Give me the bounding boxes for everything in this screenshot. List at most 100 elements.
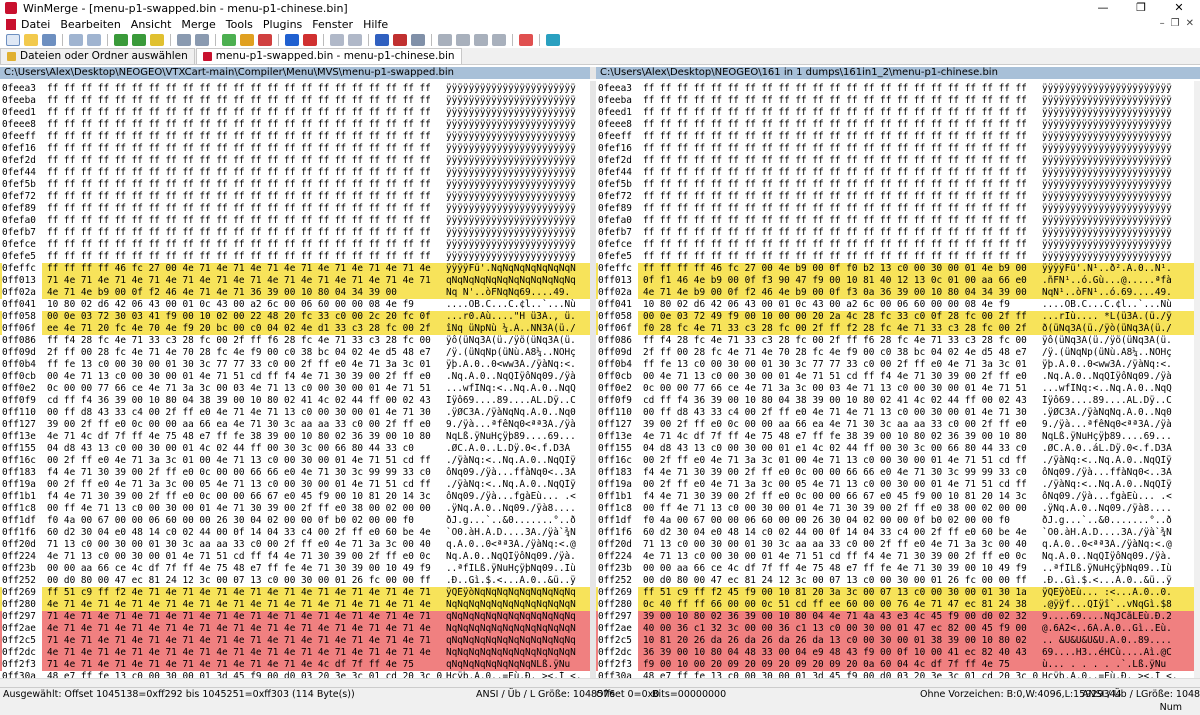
hex-row[interactable]: 0ff1b1 f4 4e 71 30 39 00 2f ff e0 0c 00 0… — [596, 491, 1194, 503]
copy-all-icon[interactable] — [258, 34, 272, 46]
hex-bytes[interactable]: 00 0e 03 72 49 f9 00 10 00 00 20 2a 4c 2… — [643, 311, 1038, 323]
hex-row[interactable]: 0ff1df f0 4a 00 67 00 00 06 60 00 00 26 3… — [0, 515, 590, 527]
hex-bytes[interactable]: ff ff ff ff ff ff ff ff ff ff ff ff ff f… — [643, 155, 1038, 167]
new-icon[interactable] — [6, 34, 20, 46]
hex-bytes[interactable]: ff ff ff ff ff ff ff ff ff ff ff ff ff f… — [47, 251, 442, 263]
ascii-text[interactable]: ÿÿÿÿÿÿÿÿÿÿÿÿÿÿÿÿÿÿÿÿÿÿÿ — [446, 227, 586, 239]
hex-bytes[interactable]: ff ff ff ff ff ff ff ff ff ff ff ff ff f… — [643, 107, 1038, 119]
ascii-text[interactable]: `Ò0.àH.À.D....3Ä./ÿà`¾N — [1042, 527, 1182, 539]
hex-row[interactable]: 0fefb7 ff ff ff ff ff ff ff ff ff ff ff f… — [596, 227, 1194, 239]
hex-bytes[interactable]: ff ff ff ff ff ff ff ff ff ff ff ff ff f… — [643, 191, 1038, 203]
ascii-text[interactable]: NqLß.ÿNuHçÿþ89....69... — [446, 431, 586, 443]
hex-bytes[interactable]: ff ff ff ff ff ff ff ff ff ff ff ff ff f… — [643, 131, 1038, 143]
hex-row[interactable]: 0ff20d 71 13 c0 00 30 00 01 30 3c aa aa 3… — [0, 539, 590, 551]
ascii-text[interactable]: ÿÿÿÿÿÿÿÿÿÿÿÿÿÿÿÿÿÿÿÿÿÿÿ — [446, 215, 586, 227]
ascii-text[interactable]: .. &Ú&Ú&Ú&Ú.À.0..89.... — [1042, 635, 1182, 647]
hex-bytes[interactable]: 2f ff 00 28 fc 4e 71 4e 70 28 fc 4e f9 0… — [643, 347, 1038, 359]
hex-row[interactable]: 0ff224 4e 71 13 c0 00 30 00 01 4e 71 51 c… — [596, 551, 1194, 563]
hex-bytes[interactable]: f0 28 fc 4e 71 33 c3 28 fc 00 2f ff f2 2… — [643, 323, 1038, 335]
hex-bytes[interactable]: ff ff ff ff ff ff ff ff ff ff ff ff ff f… — [47, 155, 442, 167]
hex-row[interactable]: 0fef2d ff ff ff ff ff ff ff ff ff ff ff f… — [596, 155, 1194, 167]
ascii-text[interactable]: ..ªfÎLß.ÿNuHçÿþNq09..Iù — [1042, 563, 1182, 575]
ascii-text[interactable]: ÿÿÿÿÿÿÿÿÿÿÿÿÿÿÿÿÿÿÿÿÿÿÿ — [446, 83, 586, 95]
hex-bytes[interactable]: f4 4e 71 30 39 00 2f ff e0 0c 00 00 66 6… — [643, 491, 1038, 503]
hex-bytes[interactable]: ff ff ff ff ff ff ff ff ff ff ff ff ff f… — [47, 203, 442, 215]
ascii-text[interactable]: qNqNqNqNqNqNqNqNqNqNqNq — [446, 275, 586, 287]
copy-left-icon[interactable] — [240, 34, 254, 46]
hex-row[interactable]: 0ff23b 00 00 aa 66 ce 4c df 7f ff 4e 75 4… — [596, 563, 1194, 575]
hex-row[interactable]: 0ff0e2 0c 00 00 77 66 ce 4e 71 3a 3c 00 0… — [0, 383, 590, 395]
hex-bytes[interactable]: ff ff ff ff ff ff ff ff ff ff ff ff ff f… — [643, 83, 1038, 95]
hex-row[interactable]: 0feed1 ff ff ff ff ff ff ff ff ff ff ff f… — [0, 107, 590, 119]
hex-row[interactable]: 0ff183 f4 4e 71 30 39 00 2f ff e0 0c 00 0… — [596, 467, 1194, 479]
ascii-text[interactable]: ..ªfÎLß.ÿNuHçÿþNq09..Iù — [446, 563, 586, 575]
ascii-text[interactable]: ÿÿÿÿÿÿÿÿÿÿÿÿÿÿÿÿÿÿÿÿÿÿÿ — [1042, 179, 1182, 191]
hex-bytes[interactable]: 00 2f ff e0 4e 71 3a 3c 01 00 4e 71 13 c… — [643, 455, 1038, 467]
hex-bytes[interactable]: ff ff ff ff ff ff ff ff ff ff ff ff ff f… — [47, 107, 442, 119]
minimize-button[interactable]: — — [1084, 0, 1122, 16]
bookmark-next-icon[interactable] — [348, 34, 362, 46]
mdi-restore-button[interactable]: ❐ — [1171, 16, 1180, 32]
ascii-text[interactable]: .@ÿÿf...QÍÿî`..vNqGì.$8 — [1042, 599, 1182, 611]
hex-bytes[interactable]: ff ff ff ff ff ff ff ff ff ff ff ff ff f… — [47, 131, 442, 143]
hex-row[interactable]: 0ff269 ff 51 c9 ff f2 45 f9 00 10 81 20 3… — [596, 587, 1194, 599]
merge-right-icon[interactable] — [285, 34, 299, 46]
hex-bytes[interactable]: cd ff f4 36 39 00 10 80 04 38 39 00 10 8… — [47, 395, 442, 407]
ascii-text[interactable]: ÿÿÿÿÿÿÿÿÿÿÿÿÿÿÿÿÿÿÿÿÿÿÿ — [1042, 131, 1182, 143]
hex-bytes[interactable]: ff ff ff ff ff ff ff ff ff ff ff ff ff f… — [643, 215, 1038, 227]
hex-bytes[interactable]: f4 4e 71 30 39 00 2f ff e0 0c 00 00 66 6… — [47, 491, 442, 503]
ascii-text[interactable]: ÿÿÿÿÿÿÿÿÿÿÿÿÿÿÿÿÿÿÿÿÿÿÿ — [1042, 155, 1182, 167]
hex-row[interactable]: 0feffc ff ff ff ff 46 fc 27 00 4e 71 4e 7… — [0, 263, 590, 275]
ascii-text[interactable]: ÿÿÿÿÿÿÿÿÿÿÿÿÿÿÿÿÿÿÿÿÿÿÿ — [446, 167, 586, 179]
mdi-close-button[interactable]: ✕ — [1186, 16, 1194, 32]
hex-row[interactable]: 0fefe5 ff ff ff ff ff ff ff ff ff ff ff f… — [596, 251, 1194, 263]
menu-plugins[interactable]: Plugins — [258, 18, 307, 31]
ascii-text[interactable]: ...r0.Aù...."H ü3À., ü. — [446, 311, 586, 323]
hex-row[interactable]: 0ff2f3 71 4e 71 4e 71 4e 71 4e 71 4e 71 4… — [0, 659, 590, 671]
hex-bytes[interactable]: f4 4e 71 30 39 00 2f ff e0 0c 00 00 66 6… — [643, 467, 1038, 479]
ascii-text[interactable]: Nq N'..òFNqNq69....49. — [446, 287, 586, 299]
hex-bytes[interactable]: 39 00 2f ff e0 0c 00 00 aa 66 ea 4e 71 3… — [47, 419, 442, 431]
hex-row[interactable]: 0fef89 ff ff ff ff ff ff ff ff ff ff ff f… — [596, 203, 1194, 215]
hex-row[interactable]: 0ff013 71 4e 71 4e 71 4e 71 4e 71 4e 71 4… — [0, 275, 590, 287]
hex-row[interactable]: 0ff19a 00 2f ff e0 4e 71 3a 3c 00 05 4e 7… — [0, 479, 590, 491]
hex-bytes[interactable]: f9 00 10 00 20 09 20 09 20 09 20 09 20 0… — [643, 659, 1038, 671]
hex-row[interactable]: 0ff280 4e 71 4e 71 4e 71 4e 71 4e 71 4e 7… — [0, 599, 590, 611]
hex-row[interactable]: 0fefce ff ff ff ff ff ff ff ff ff ff ff f… — [596, 239, 1194, 251]
redo-icon[interactable] — [87, 34, 101, 46]
hex-row[interactable]: 0fef72 ff ff ff ff ff ff ff ff ff ff ff f… — [596, 191, 1194, 203]
hex-row[interactable]: 0ff1f6 60 d2 30 04 e0 48 14 c0 02 44 00 0… — [596, 527, 1194, 539]
hex-bytes[interactable]: ff ff ff ff ff ff ff ff ff ff ff ff ff f… — [47, 143, 442, 155]
hex-bytes[interactable]: 04 d8 43 13 c0 00 30 00 01 4c 02 44 ff 0… — [47, 443, 442, 455]
ascii-text[interactable]: Hçÿþ.À.0..=Eù.Ð. ><.Í <. — [1042, 671, 1182, 678]
hex-row[interactable]: 0ff20d 71 13 c0 00 30 00 01 30 3c aa aa 3… — [596, 539, 1194, 551]
hex-bytes[interactable]: ff f4 28 fc 4e 71 33 c3 28 fc 00 2f ff f… — [643, 335, 1038, 347]
ascii-text[interactable]: ÿÿÿÿÿÿÿÿÿÿÿÿÿÿÿÿÿÿÿÿÿÿÿ — [446, 143, 586, 155]
ascii-text[interactable]: qNqNqNqNqNqNqNqNqNqNqNq — [446, 635, 586, 647]
ascii-text[interactable]: ....ÖB.C...C.¢l..`...Nù — [1042, 299, 1182, 311]
ascii-text[interactable]: ÿÿÿÿÿÿÿÿÿÿÿÿÿÿÿÿÿÿÿÿÿÿÿ — [1042, 239, 1182, 251]
ascii-text[interactable]: ÿÿÿÿFü'.N¹..ð².À.0..N¹. — [1042, 263, 1182, 275]
hex-bytes[interactable]: ff ff ff ff ff ff ff ff ff ff ff ff ff f… — [643, 143, 1038, 155]
open-folder-icon[interactable] — [24, 34, 38, 46]
hex-bytes[interactable]: ee 4e 71 20 fc 4e 70 4e f9 20 bc 00 c0 0… — [47, 323, 442, 335]
hex-row[interactable]: 0fef16 ff ff ff ff ff ff ff ff ff ff ff f… — [0, 143, 590, 155]
hex-row[interactable]: 0ff06f ee 4e 71 20 fc 4e 70 4e f9 20 bc 0… — [0, 323, 590, 335]
hex-bytes[interactable]: f4 4e 71 30 39 00 2f ff e0 0c 00 00 66 6… — [47, 467, 442, 479]
hex-row[interactable]: 0feea3 ff ff ff ff ff ff ff ff ff ff ff f… — [0, 83, 590, 95]
ascii-text[interactable]: .Ð..Gì.$.<...À.0..&ü..ÿ — [446, 575, 586, 587]
ascii-text[interactable]: ðJ.g...`..&0.......°..ð — [446, 515, 586, 527]
hex-bytes[interactable]: 71 13 c0 00 30 00 01 30 3c aa aa 33 c0 0… — [47, 539, 442, 551]
color-scheme-icon[interactable] — [519, 34, 533, 46]
hex-bytes[interactable]: ff ff ff ff ff ff ff ff ff ff ff ff ff f… — [643, 119, 1038, 131]
ascii-text[interactable]: .ÿØC3Ä./ÿàNqNq.À.0..Nq0 — [1042, 407, 1182, 419]
hex-row[interactable]: 0fef44 ff ff ff ff ff ff ff ff ff ff ff f… — [0, 167, 590, 179]
ascii-text[interactable]: qNqNqNqNqNqNqNqNqNqNqNq — [446, 611, 586, 623]
ascii-text[interactable]: .Nq.À.0..NqQÍÿôNq09./ÿà — [1042, 371, 1182, 383]
hex-row[interactable]: 0ff297 39 00 10 80 02 36 39 00 10 80 04 4… — [596, 611, 1194, 623]
hex-bytes[interactable]: ff ff ff ff ff ff ff ff ff ff ff ff ff f… — [643, 251, 1038, 263]
ascii-text[interactable]: q.À.0..0<ªª3À./ÿàNq:<.@ — [1042, 539, 1182, 551]
hex-row[interactable]: 0ff2dc 36 39 00 10 80 04 48 33 00 04 e9 4… — [596, 647, 1194, 659]
ascii-text[interactable]: ôNq09./ÿà...fgàEù... .< — [1042, 491, 1182, 503]
ascii-text[interactable]: ÿÿÿÿÿÿÿÿÿÿÿÿÿÿÿÿÿÿÿÿÿÿÿ — [1042, 251, 1182, 263]
